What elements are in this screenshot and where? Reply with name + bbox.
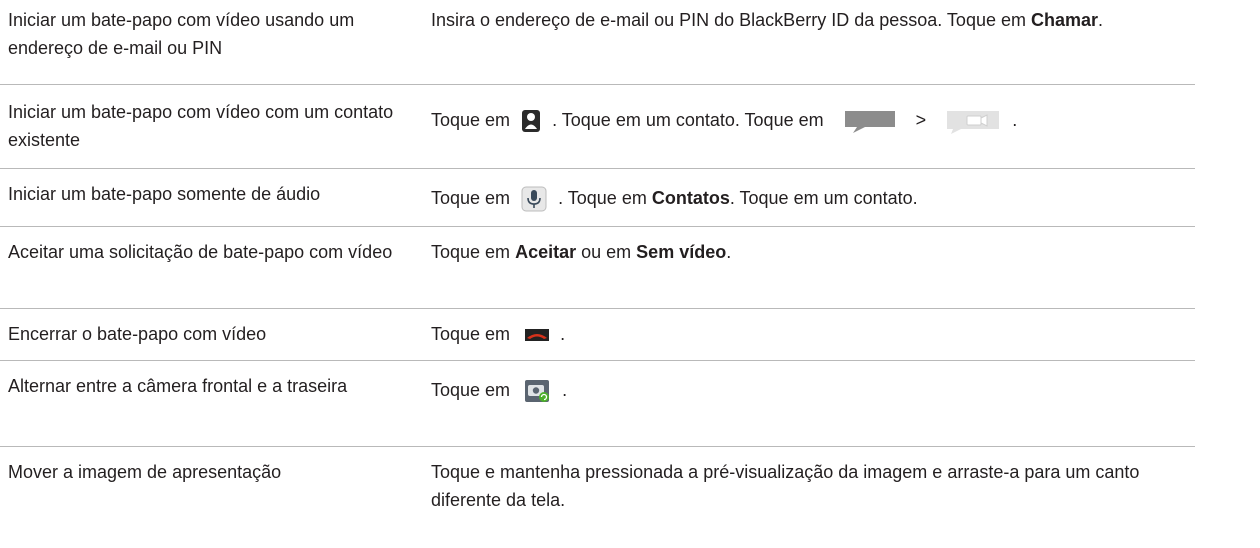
task-cell: Aceitar uma solicitação de bate-papo com… — [8, 242, 393, 262]
table-row: Encerrar o bate-papo com vídeo Toque em … — [0, 320, 1260, 350]
table-row: Aceitar uma solicitação de bate-papo com… — [0, 238, 1260, 298]
instruction-text: . Toque em — [558, 188, 647, 208]
row-divider — [0, 308, 1195, 309]
instruction-cell: Toque e mantenha pressionada a pré-visua… — [431, 462, 1140, 510]
microphone-icon — [521, 186, 547, 212]
instruction-cell: Insira o endereço de e-mail ou PIN do Bl… — [431, 6, 1201, 34]
instruction-bold: Contatos — [651, 188, 730, 208]
table-row: Iniciar um bate-papo somente de áudio To… — [0, 180, 1260, 220]
instruction-text: . Toque em um contato. Toque em — [552, 110, 824, 130]
instruction-text: . — [562, 380, 568, 400]
instruction-bold: Chamar — [1031, 10, 1099, 30]
video-camera-icon — [945, 108, 1001, 135]
switch-camera-icon — [525, 379, 551, 403]
instruction-cell: Toque em . Toque em Contatos. Toque em u… — [431, 184, 1201, 212]
row-divider — [0, 446, 1195, 447]
instruction-text: . — [560, 324, 566, 344]
chat-bubble-icon — [843, 109, 897, 134]
row-divider — [0, 168, 1195, 169]
instruction-text: Toque em — [431, 188, 511, 208]
instruction-text: . — [1012, 110, 1018, 130]
instruction-text: . Toque em um contato. — [729, 188, 918, 208]
row-divider — [0, 84, 1195, 85]
task-cell: Mover a imagem de apresentação — [8, 462, 282, 482]
instruction-text: Toque em — [431, 324, 511, 344]
instruction-bold: Sem vídeo — [636, 242, 727, 262]
instruction-text: Toque em — [431, 110, 511, 130]
table-row: Mover a imagem de apresentação Toque e m… — [0, 458, 1260, 520]
table-row: Iniciar um bate-papo com vídeo com um co… — [0, 98, 1260, 158]
table-row: Alternar entre a câmera frontal e a tras… — [0, 372, 1260, 436]
end-call-icon — [525, 329, 550, 342]
row-divider — [0, 360, 1195, 361]
instruction-text: . — [1098, 10, 1104, 30]
table-row: Iniciar um bate-papo com vídeo usando um… — [0, 6, 1260, 76]
instruction-cell: Toque em . — [431, 376, 1201, 404]
instruction-bold: Aceitar — [515, 242, 577, 262]
instruction-text: ou em — [581, 242, 632, 262]
contact-icon — [521, 109, 541, 133]
instruction-text: Insira o endereço de e-mail ou PIN do Bl… — [431, 10, 1026, 30]
task-cell: Encerrar o bate-papo com vídeo — [8, 324, 267, 344]
instruction-text: Toque em — [431, 242, 511, 262]
task-cell: Iniciar um bate-papo com vídeo com um co… — [8, 102, 394, 150]
separator: > — [915, 110, 927, 130]
instruction-text: Toque em — [431, 380, 511, 400]
task-cell: Iniciar um bate-papo somente de áudio — [8, 184, 321, 204]
instruction-cell: Toque em . — [431, 320, 1201, 348]
task-cell: Alternar entre a câmera frontal e a tras… — [8, 376, 348, 396]
row-divider — [0, 226, 1195, 227]
instruction-cell: Toque em Aceitar ou em Sem vídeo. — [431, 238, 1201, 266]
task-cell: Iniciar um bate-papo com vídeo usando um… — [8, 10, 355, 58]
instruction-cell: Toque em . Toque em um contato. Toque em… — [431, 106, 1201, 135]
instruction-text: . — [726, 242, 732, 262]
